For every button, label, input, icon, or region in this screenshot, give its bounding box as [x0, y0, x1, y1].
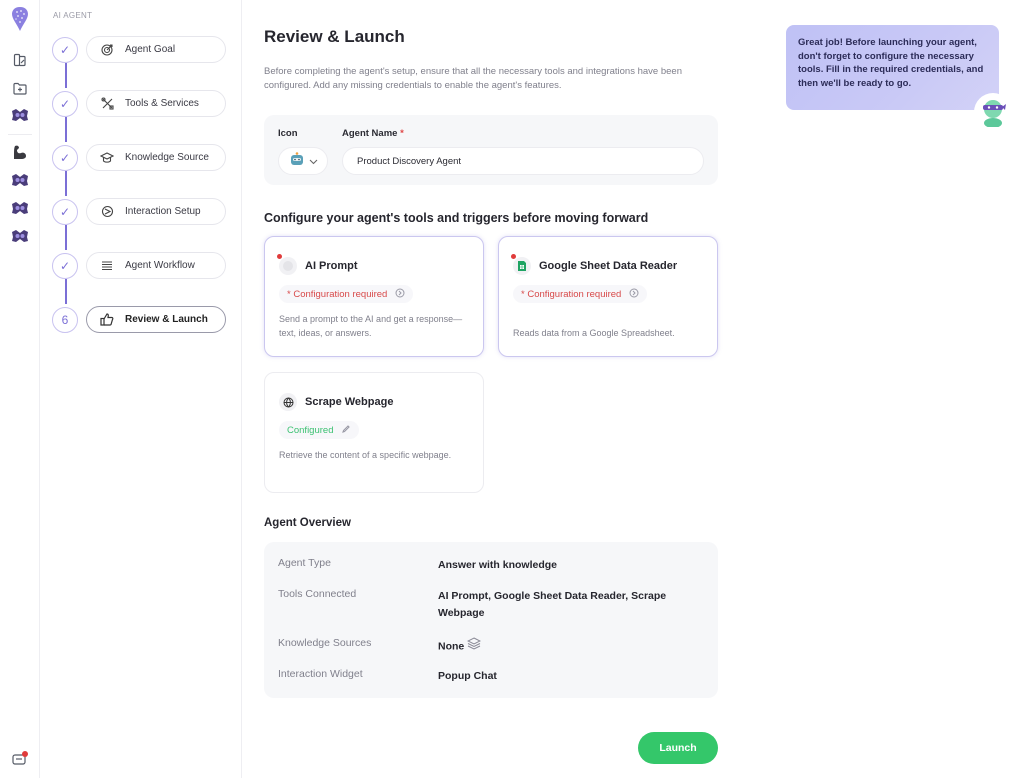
graduation-cap-icon — [99, 151, 115, 164]
ai-prompt-icon — [279, 257, 297, 275]
step-tools-services[interactable]: ✓ Tools & Services — [52, 90, 228, 119]
step-label: Review & Launch — [125, 314, 208, 325]
agent-identity-panel: Icon Agent Name * — [264, 115, 718, 185]
page-description: Before completing the agent's setup, ens… — [264, 66, 682, 91]
assistant-message: Great job! Before launching your agent, … — [786, 25, 999, 110]
agent-name-label-text: Agent Name — [342, 128, 398, 139]
overview-value-text: None — [438, 640, 465, 653]
alert-dot — [511, 254, 516, 259]
globe-icon — [279, 393, 297, 411]
agent-mascot-icon[interactable] — [10, 105, 30, 125]
tools-section-title: Configure your agent's tools and trigger… — [264, 211, 649, 225]
overview-key: Agent Type — [278, 557, 331, 569]
check-icon: ✓ — [52, 199, 78, 225]
step-interaction-setup[interactable]: ✓ Interaction Setup — [52, 198, 228, 227]
configuration-required-badge[interactable]: * Configuration required — [513, 285, 648, 303]
alert-dot — [277, 254, 282, 259]
arrow-circle-icon — [629, 288, 639, 301]
muscle-icon[interactable] — [10, 142, 30, 162]
badge-text: Configured — [287, 424, 334, 436]
tool-card-scrape-webpage[interactable]: Scrape Webpage Configured Retrieve the c… — [264, 372, 484, 493]
section-eyebrow: AI AGENT — [53, 11, 93, 20]
step-connector — [65, 279, 67, 304]
robot-icon — [289, 151, 305, 171]
step-knowledge-source[interactable]: ✓ Knowledge Source — [52, 144, 228, 173]
step-pill[interactable]: Agent Workflow — [86, 252, 226, 279]
google-sheets-icon — [513, 257, 531, 275]
step-review-launch[interactable]: 6 Review & Launch — [52, 306, 228, 335]
agent-mascot-icon[interactable] — [10, 198, 30, 218]
icon-rail — [0, 0, 40, 778]
badge-text: * Configuration required — [521, 288, 622, 300]
folder-add-icon[interactable] — [10, 78, 30, 98]
check-icon: ✓ — [52, 253, 78, 279]
step-pill[interactable]: Interaction Setup — [86, 198, 226, 225]
required-marker: * — [400, 128, 404, 139]
step-pill[interactable]: Review & Launch — [86, 306, 226, 333]
overview-value: AI Prompt, Google Sheet Data Reader, Scr… — [438, 590, 667, 619]
overview-value: Popup Chat — [438, 670, 497, 682]
check-icon: ✓ — [52, 145, 78, 171]
step-pill[interactable]: Agent Goal — [86, 36, 226, 63]
step-pill[interactable]: Knowledge Source — [86, 144, 226, 171]
step-connector — [65, 117, 67, 142]
step-label: Agent Workflow — [125, 260, 195, 271]
step-pill[interactable]: Tools & Services — [86, 90, 226, 117]
badge-text: * Configuration required — [287, 288, 388, 300]
workflow-icon — [99, 260, 115, 272]
steps-sidebar: AI AGENT ✓ Agent Goal ✓ Tools & Services… — [40, 0, 242, 778]
step-connector — [65, 63, 67, 88]
overview-key: Interaction Widget — [278, 668, 363, 680]
tool-card-google-sheet-data-reader[interactable]: Google Sheet Data Reader * Configuration… — [498, 236, 718, 357]
check-icon: ✓ — [52, 91, 78, 117]
chevron-down-icon — [309, 152, 318, 170]
tool-name: Google Sheet Data Reader — [539, 260, 678, 272]
tools-icon — [99, 97, 115, 110]
agent-mascot-icon[interactable] — [10, 170, 30, 190]
agent-overview-panel: Agent Type Answer with knowledge Tools C… — [264, 542, 718, 698]
agent-mascot-icon[interactable] — [10, 226, 30, 246]
tool-description: Reads data from a Google Spreadsheet. — [513, 328, 675, 338]
overview-title: Agent Overview — [264, 517, 351, 529]
step-label: Agent Goal — [125, 44, 176, 55]
step-agent-goal[interactable]: ✓ Agent Goal — [52, 36, 228, 65]
step-label: Knowledge Source — [125, 152, 209, 163]
agent-name-label: Agent Name * — [342, 128, 404, 139]
overview-value: Answer with knowledge — [438, 559, 558, 571]
thumbs-up-icon — [99, 313, 115, 326]
tool-description: Send a prompt to the AI and get a respon… — [279, 314, 463, 338]
agent-name-input[interactable] — [342, 147, 704, 175]
step-number: 6 — [52, 307, 78, 333]
arrow-circle-icon — [395, 288, 405, 301]
page-title: Review & Launch — [264, 27, 405, 46]
overview-key: Tools Connected — [278, 588, 357, 600]
tool-name: AI Prompt — [305, 260, 358, 272]
step-label: Tools & Services — [125, 98, 199, 109]
step-connector — [65, 171, 67, 196]
step-connector — [65, 225, 67, 250]
interaction-icon — [99, 205, 115, 218]
tool-card-ai-prompt[interactable]: AI Prompt * Configuration required Send … — [264, 236, 484, 357]
icon-select[interactable] — [278, 147, 328, 175]
target-icon — [99, 43, 115, 56]
tool-name: Scrape Webpage — [305, 396, 394, 408]
overview-key: Knowledge Sources — [278, 637, 372, 649]
icon-label: Icon — [278, 128, 298, 139]
configuration-required-badge[interactable]: * Configuration required — [279, 285, 414, 303]
notifications-icon[interactable] — [10, 748, 30, 768]
tool-description: Retrieve the content of a specific webpa… — [279, 450, 452, 460]
logo-icon[interactable] — [10, 6, 30, 32]
step-agent-workflow[interactable]: ✓ Agent Workflow — [52, 252, 228, 281]
launch-button[interactable]: Launch — [638, 732, 718, 764]
configured-badge[interactable]: Configured — [279, 421, 360, 439]
dashboard-icon[interactable] — [10, 50, 30, 70]
edit-pencil-icon — [341, 424, 351, 437]
rail-divider — [8, 134, 32, 135]
check-icon: ✓ — [52, 37, 78, 63]
assistant-avatar[interactable] — [974, 93, 1012, 131]
overview-value: None — [438, 637, 708, 656]
step-label: Interaction Setup — [125, 206, 201, 217]
layers-icon — [467, 637, 482, 656]
